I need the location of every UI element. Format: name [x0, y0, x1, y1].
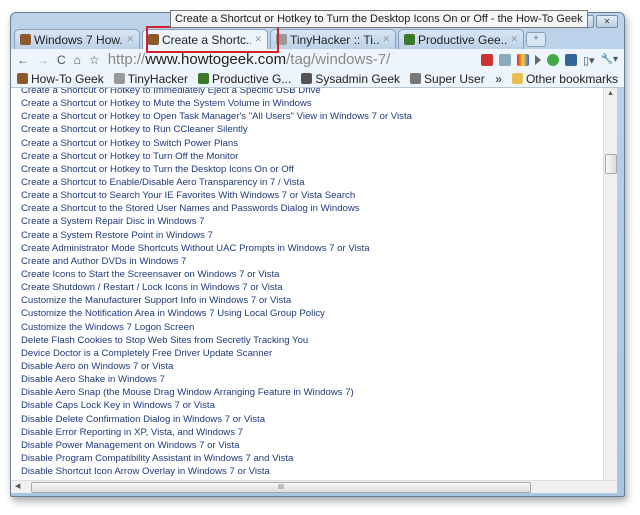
extension-icon[interactable] [480, 53, 493, 66]
article-link[interactable]: Create Administrator Mode Shortcuts With… [21, 242, 412, 255]
article-link[interactable]: Create Shutdown / Restart / Lock Icons i… [21, 281, 412, 294]
article-link[interactable]: Create and Author DVDs in Windows 7 [21, 255, 412, 268]
bookmark-label: Sysadmin Geek [315, 71, 401, 86]
forward-button[interactable]: → [37, 53, 49, 67]
favicon-icon [20, 34, 31, 45]
article-link[interactable]: Create a Shortcut to Enable/Disable Aero… [21, 176, 412, 189]
article-link[interactable]: Disable Aero Shake in Windows 7 [21, 373, 412, 386]
bookmark-label: Super User [424, 71, 485, 86]
flag-icon[interactable] [498, 53, 511, 66]
tab-strip: Windows 7 How... ✕ Create a Shortc... ✕ Tiny… [14, 29, 546, 49]
search-extension-icon[interactable] [546, 53, 559, 66]
article-link[interactable]: Customize the Notification Area in Windo… [21, 307, 412, 320]
tab-label: TinyHacker :: Ti... [290, 32, 380, 47]
article-link[interactable]: Create a Shortcut to the Stored User Nam… [21, 202, 412, 215]
close-tab-icon[interactable]: ✕ [382, 34, 390, 45]
bookmark-item[interactable]: Sysadmin Geek [301, 72, 400, 86]
bookmark-label: Productive G... [211, 71, 292, 86]
close-button[interactable]: ✕ [596, 15, 618, 28]
bookmark-item[interactable]: TinyHacker [113, 71, 188, 86]
tab[interactable]: TinyHacker :: Ti... ✕ [270, 29, 396, 49]
tab-label: Productive Gee... [418, 32, 508, 47]
url-host: www.howtogeek.com [145, 51, 287, 68]
tab[interactable]: Productive Gee... ✕ [398, 29, 524, 49]
scroll-thumb[interactable] [605, 154, 617, 174]
article-link[interactable]: Create a System Restore Point in Windows… [21, 229, 412, 242]
wrench-menu-button[interactable]: 🔧▾ [601, 54, 618, 66]
article-link[interactable]: Customize the Manufacturer Support Info … [21, 294, 412, 307]
bookmark-label: TinyHacker [127, 71, 188, 86]
article-link[interactable]: Create a Shortcut or Hotkey to Open Task… [21, 110, 412, 123]
favicon-icon [301, 73, 313, 84]
page-menu-button[interactable]: ▯▾ [583, 54, 595, 67]
article-link[interactable]: Disable Delete Confirmation Dialog in Wi… [21, 413, 412, 426]
article-link[interactable]: Create a Shortcut or Hotkey to Immediate… [21, 88, 412, 97]
article-link[interactable]: Disable Program Compatibility Assistant … [21, 452, 412, 465]
page-content: Create a Shortcut or Hotkey to Immediate… [11, 88, 613, 480]
bookmark-item[interactable]: Productive G... [197, 71, 292, 86]
play-icon[interactable] [534, 54, 541, 65]
article-link[interactable]: Create a System Repair Disc in Windows 7 [21, 215, 412, 228]
extension-icon[interactable] [516, 53, 529, 66]
bookmarks-overflow-button[interactable]: » [495, 72, 502, 86]
other-bookmarks-label: Other bookmarks [525, 71, 618, 86]
bookmark-item[interactable]: How-To Geek [17, 72, 104, 86]
article-link[interactable]: Create Icons to Start the Screensaver on… [21, 268, 412, 281]
calendar-icon[interactable] [564, 53, 577, 66]
article-link[interactable]: Create a Shortcut to Search Your IE Favo… [21, 189, 412, 202]
back-button[interactable]: ← [17, 53, 29, 67]
article-link[interactable]: Create a Shortcut or Hotkey to Turn Off … [21, 150, 412, 163]
favicon-icon [404, 34, 415, 45]
favicon-icon [410, 73, 422, 84]
home-button[interactable]: ⌂ [74, 53, 81, 67]
bookmark-star-icon[interactable]: ☆ [89, 53, 100, 67]
article-list: Create a Shortcut or Hotkey to Immediate… [21, 88, 412, 478]
article-link[interactable]: Delete Flash Cookies to Stop Web Sites f… [21, 334, 412, 347]
article-link[interactable]: Create a Shortcut or Hotkey to Turn the … [21, 163, 412, 176]
url-path: /tag/windows-7/ [286, 51, 391, 68]
article-link[interactable]: Disable Caps Lock Key in Windows 7 or Vi… [21, 399, 412, 412]
tab-tooltip: Create a Shortcut or Hotkey to Turn the … [170, 10, 588, 28]
other-bookmarks-folder[interactable]: Other bookmarks [511, 71, 618, 86]
reload-button[interactable]: C [57, 53, 66, 67]
new-tab-button[interactable]: + [526, 32, 546, 47]
scroll-thumb-horizontal[interactable]: III [31, 482, 531, 493]
favicon-icon [17, 73, 28, 84]
highlight-box [146, 26, 279, 53]
address-bar[interactable]: http://www.howtogeek.com/tag/windows-7/ [108, 51, 408, 68]
url-scheme: http:// [107, 51, 146, 68]
article-link[interactable]: Disable Aero Snap (the Mouse Drag Window… [21, 386, 412, 399]
navigation-toolbar: ← → C ⌂ ☆ http://www.howtogeek.com/tag/w… [11, 49, 624, 70]
bookmark-label: How-To Geek [31, 71, 104, 86]
article-link[interactable]: Disable Shortcut Icon Arrow Overlay in W… [21, 465, 412, 478]
article-link[interactable]: Create a Shortcut or Hotkey to Run CClea… [21, 123, 412, 136]
close-tab-icon[interactable]: ✕ [126, 34, 134, 45]
close-tab-icon[interactable]: ✕ [510, 34, 518, 45]
article-link[interactable]: Disable Error Reporting in XP, Vista, an… [21, 426, 412, 439]
article-link[interactable]: Disable Power Management on Windows 7 or… [21, 439, 412, 452]
article-link[interactable]: Customize the Windows 7 Logon Screen [21, 321, 412, 334]
vertical-scrollbar[interactable]: ▲ [603, 88, 617, 480]
article-link[interactable]: Device Doctor is a Completely Free Drive… [21, 347, 412, 360]
article-link[interactable]: Create a Shortcut or Hotkey to Switch Po… [21, 137, 412, 150]
folder-icon [511, 73, 523, 84]
scroll-left-arrow[interactable]: ◀ [15, 482, 20, 490]
tab-label: Windows 7 How... [34, 32, 124, 47]
favicon-icon [197, 73, 209, 84]
bookmarks-bar: How-To Geek TinyHacker Productive G... Sysa… [11, 70, 624, 88]
article-link[interactable]: Disable Aero on Windows 7 or Vista [21, 360, 412, 373]
horizontal-scrollbar[interactable]: ◀ III [11, 480, 617, 493]
article-link[interactable]: Create a Shortcut or Hotkey to Mute the … [21, 97, 412, 110]
bookmark-item[interactable]: Super User [410, 72, 485, 86]
favicon-icon [113, 73, 125, 84]
tab[interactable]: Windows 7 How... ✕ [14, 29, 140, 49]
scroll-up-arrow[interactable]: ▲ [607, 90, 614, 97]
